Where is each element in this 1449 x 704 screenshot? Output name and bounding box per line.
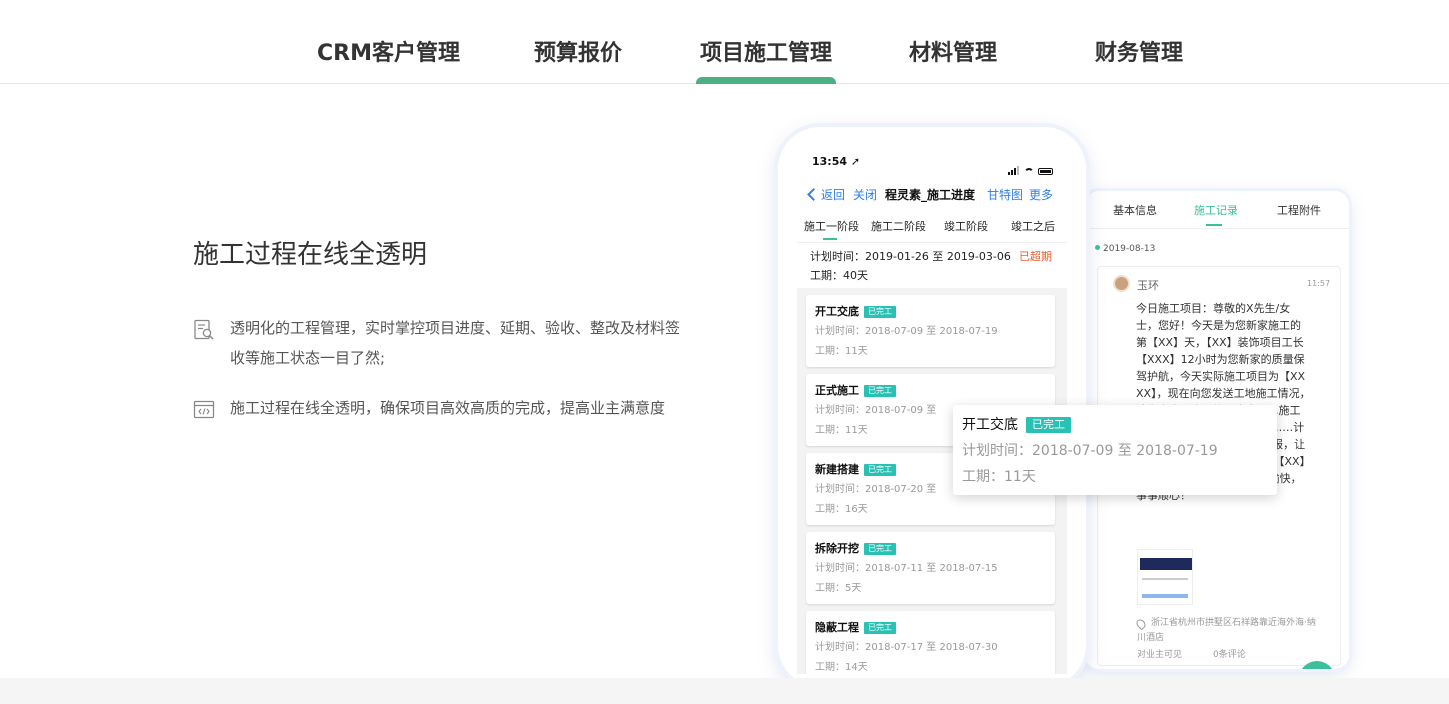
stage-tab-3[interactable]: 竣工阶段	[944, 218, 988, 234]
top-tab-nav: CRM客户管理 预算报价 项目施工管理 材料管理 财务管理	[0, 0, 1449, 84]
record-time: 11:57	[1307, 279, 1331, 288]
footer-strip	[0, 678, 1449, 704]
stage-tab-1[interactable]: 施工一阶段	[804, 218, 859, 234]
overdue-badge: 已超期	[1019, 250, 1052, 263]
wifi-icon	[1024, 168, 1034, 175]
screen-title: 程灵素_施工进度	[885, 188, 976, 202]
task-duration: 工期：16天	[815, 504, 868, 515]
tab-label: 财务管理	[1095, 41, 1184, 66]
tab-construction-record[interactable]: 施工记录	[1194, 202, 1238, 218]
task-title: 新建搭建	[815, 463, 859, 476]
record-tabs: 基本信息 施工记录 工程附件	[1085, 191, 1349, 229]
stage-duration: 工期：40天	[810, 269, 868, 282]
task-plan-time: 计划时间：2018-07-20 至	[815, 484, 937, 495]
task-title: 拆除开挖	[815, 542, 859, 555]
battery-icon	[1038, 168, 1053, 175]
popup-plan-time: 计划时间：2018-07-09 至 2018-07-19	[962, 443, 1218, 459]
task-duration: 工期：11天	[815, 346, 868, 357]
record-photo-thumbnail[interactable]	[1137, 549, 1193, 605]
author-name: 玉环	[1137, 279, 1159, 292]
section-heading: 施工过程在线全透明	[193, 240, 428, 270]
gantt-chart-link[interactable]: 甘特图	[987, 186, 1023, 203]
active-tab-indicator	[696, 77, 836, 84]
tab-finance[interactable]: 财务管理	[1095, 38, 1183, 84]
tab-project-attachments[interactable]: 工程附件	[1277, 202, 1321, 218]
tab-project-construction[interactable]: 项目施工管理	[696, 38, 836, 84]
task-plan-time: 计划时间：2018-07-09 至	[815, 405, 937, 416]
status-badge: 已完工	[864, 385, 896, 397]
task-duration: 工期：5天	[815, 583, 862, 594]
task-plan-time: 计划时间：2018-07-11 至 2018-07-15	[815, 563, 998, 574]
task-title: 开工交底	[815, 305, 859, 318]
back-button[interactable]: 返回	[807, 186, 846, 203]
task-card[interactable]: 拆除开挖 已完工 计划时间：2018-07-11 至 2018-07-15 工期：…	[806, 532, 1055, 604]
tab-label: 材料管理	[909, 41, 998, 66]
record-location: 浙江省杭州市拱墅区石祥路靠近海外海·纳川酒店	[1137, 618, 1316, 643]
back-label: 返回	[821, 188, 846, 202]
status-time: 13:54 ➚	[812, 155, 861, 168]
status-badge: 已完工	[864, 622, 896, 634]
task-title: 正式施工	[815, 384, 859, 397]
status-badge: 已完工	[1026, 417, 1071, 433]
popup-title: 开工交底	[962, 417, 1018, 433]
active-tab-indicator	[1206, 224, 1222, 226]
task-plan-time: 计划时间：2018-07-17 至 2018-07-30	[815, 642, 998, 653]
tab-basic-info[interactable]: 基本信息	[1113, 202, 1157, 218]
timeline-dot	[1095, 245, 1100, 250]
tab-label: CRM客户管理	[317, 41, 460, 66]
status-badge: 已完工	[864, 543, 896, 555]
divider	[797, 242, 1067, 243]
feature-text: 透明化的工程管理，实时掌控项目进度、延期、验收、整改及材料签收等施工状态一目了然…	[230, 319, 681, 367]
tab-label: 项目施工管理	[700, 41, 833, 66]
tab-label: 预算报价	[534, 41, 623, 66]
task-duration: 工期：11天	[815, 425, 868, 436]
tab-crm[interactable]: CRM客户管理	[317, 38, 460, 84]
close-button[interactable]: 关闭	[853, 186, 877, 203]
active-stage-indicator	[823, 238, 837, 240]
status-badge: 已完工	[864, 306, 896, 318]
task-title: 隐蔽工程	[815, 621, 859, 634]
stage-tab-4[interactable]: 竣工之后	[1011, 218, 1055, 234]
status-badge: 已完工	[864, 464, 896, 476]
chevron-left-icon	[807, 188, 820, 201]
task-card[interactable]: 隐蔽工程 已完工 计划时间：2018-07-17 至 2018-07-30 工期：…	[806, 611, 1055, 674]
task-detail-popup: 开工交底 已完工 计划时间：2018-07-09 至 2018-07-19 工期：…	[953, 405, 1277, 495]
visibility-label: 对业主可见	[1137, 650, 1183, 660]
stage-plan-time: 计划时间：2019-01-26 至 2019-03-06	[810, 250, 1011, 263]
tab-budget-quote[interactable]: 预算报价	[534, 38, 622, 84]
task-card[interactable]: 开工交底 已完工 计划时间：2018-07-09 至 2018-07-19 工期：…	[806, 295, 1055, 367]
comments-count[interactable]: 0条评论	[1213, 647, 1246, 660]
code-window-icon	[193, 400, 215, 419]
feature-text: 施工过程在线全透明，确保项目高效高质的完成，提高业主满意度	[230, 399, 666, 417]
status-icons	[1008, 156, 1053, 175]
stage-tab-2[interactable]: 施工二阶段	[871, 218, 926, 234]
tab-materials[interactable]: 材料管理	[909, 38, 997, 84]
task-plan-time: 计划时间：2018-07-09 至 2018-07-19	[815, 326, 998, 337]
task-duration: 工期：14天	[815, 662, 868, 673]
signal-icon	[1008, 156, 1020, 175]
popup-duration: 工期：11天	[962, 469, 1036, 485]
record-date: 2019-08-13	[1103, 244, 1156, 254]
search-document-icon	[194, 319, 214, 340]
avatar	[1113, 275, 1130, 292]
more-link[interactable]: 更多	[1029, 186, 1053, 203]
